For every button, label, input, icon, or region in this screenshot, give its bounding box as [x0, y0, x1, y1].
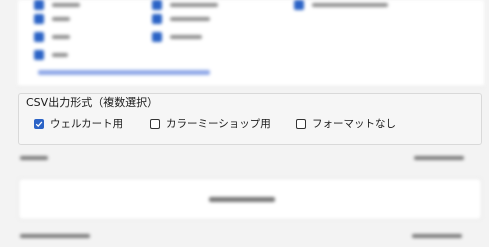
blurred-checkbox[interactable]	[152, 0, 162, 10]
blurred-label	[312, 3, 388, 7]
blurred-link[interactable]	[412, 234, 462, 238]
blurred-label	[170, 3, 218, 7]
checkbox-colorme[interactable]	[150, 118, 160, 129]
blurred-checkbox[interactable]	[294, 0, 304, 10]
upper-options-panel	[18, 0, 484, 87]
blurred-main-button[interactable]	[18, 178, 482, 220]
blurred-checkbox[interactable]	[152, 14, 162, 24]
blurred-label	[52, 35, 70, 39]
checkmark-icon	[35, 121, 43, 127]
option-no-format[interactable]: フォーマットなし	[296, 116, 396, 131]
option-label: ウェルカート用	[50, 118, 124, 130]
option-label: カラーミーショップ用	[166, 118, 271, 130]
blurred-button-caption	[209, 197, 275, 202]
blurred-label	[20, 156, 48, 160]
csv-format-legend: CSV出力形式（複数選択）	[26, 96, 159, 109]
blurred-checkbox[interactable]	[34, 0, 44, 10]
option-wellcart[interactable]: ウェルカート用	[34, 116, 123, 131]
blurred-label	[414, 156, 464, 160]
blurred-checkbox[interactable]	[152, 32, 162, 42]
blurred-link[interactable]	[38, 70, 210, 75]
blurred-label	[170, 35, 202, 39]
blurred-label	[170, 17, 210, 21]
blurred-checkbox[interactable]	[34, 32, 44, 42]
checkbox-no-format[interactable]	[296, 118, 306, 129]
checkbox-wellcart[interactable]	[34, 118, 44, 129]
blurred-label	[52, 17, 70, 21]
blurred-checkbox[interactable]	[34, 14, 44, 24]
option-colorme[interactable]: カラーミーショップ用	[150, 116, 271, 131]
blurred-checkbox[interactable]	[34, 50, 44, 60]
blurred-label	[20, 234, 90, 238]
option-label: フォーマットなし	[312, 118, 396, 130]
blurred-label	[52, 3, 80, 7]
blurred-label	[52, 53, 68, 57]
